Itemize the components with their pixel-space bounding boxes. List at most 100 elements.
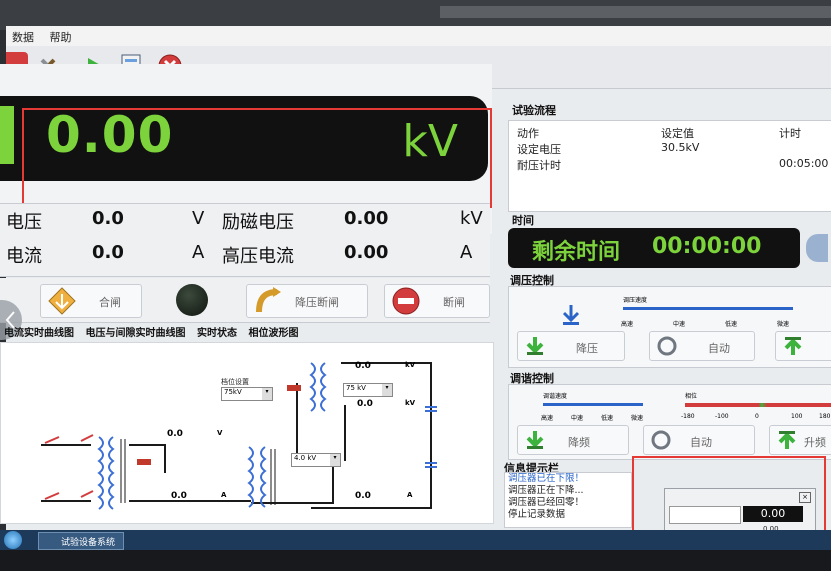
hv-current-reading: 0.00 xyxy=(344,242,389,263)
tab-phase-waveform[interactable]: 相位波形图 xyxy=(248,328,298,339)
volt-up-button[interactable] xyxy=(775,331,831,361)
excitation-voltage-unit: kV xyxy=(460,208,483,229)
diagram-unit: A xyxy=(407,491,413,499)
diagram-value: 0.0 xyxy=(171,491,187,501)
volt-speed-label: 调压速度 xyxy=(623,297,648,304)
phase-tick: -180 xyxy=(681,413,695,420)
volt-auto-button[interactable]: 自动 xyxy=(649,331,755,361)
refresh-icon xyxy=(651,430,671,450)
dropdown-arrow-icon: ▾ xyxy=(382,384,392,396)
flow-row-value: 30.5kV xyxy=(661,141,700,154)
menu-data[interactable]: 数据 xyxy=(6,26,40,48)
flow-row-action: 耐压计时 xyxy=(517,159,561,172)
diagram-unit: A xyxy=(221,491,227,499)
volt-auto-label: 自动 xyxy=(708,342,730,355)
volt-control-panel: 调压速度 高速 中速 低速 微速 降压 自动 xyxy=(508,286,831,368)
diagram-value: 0.0 xyxy=(355,491,371,501)
volt-speed-option: 低速 xyxy=(725,321,738,328)
tab-realtime-state[interactable]: 实时状态 xyxy=(197,328,237,339)
flow-header-time: 计时 xyxy=(779,127,801,140)
tune-auto-label: 自动 xyxy=(690,436,712,449)
diagram-unit: kV xyxy=(405,399,416,407)
diagram-value: 0.0 xyxy=(167,429,183,439)
close-switch-label: 合闸 xyxy=(99,296,121,309)
phase-setting-label: 档位设置 xyxy=(221,378,249,386)
excitation-value: 4.0 kV xyxy=(294,454,317,462)
excitation-voltage-reading: 0.00 xyxy=(344,208,389,229)
start-button-icon[interactable] xyxy=(4,531,22,549)
remaining-time-value: 00:00:00 xyxy=(652,234,762,259)
voltage-unit-label: V xyxy=(192,208,205,229)
tune-up-label: 升频 xyxy=(804,436,826,449)
current-unit-label: A xyxy=(192,242,205,263)
monitor-bezel xyxy=(0,550,831,571)
diagram-value: 0.0 xyxy=(357,399,373,409)
phase-tick: 180 xyxy=(819,413,831,420)
tune-auto-button[interactable]: 自动 xyxy=(643,425,755,455)
phase-setting-value: 75kV xyxy=(224,388,242,396)
transformer-select[interactable]: 75 kV ▾ xyxy=(343,383,393,397)
taskbar: 试验设备系统 xyxy=(0,530,831,550)
flow-header-value: 设定值 xyxy=(661,127,694,140)
tune-down-label: 降频 xyxy=(568,436,590,449)
diagram-unit: V xyxy=(217,429,223,437)
volt-down-label: 降压 xyxy=(576,342,598,355)
taskbar-app-label: 试验设备系统 xyxy=(61,538,116,548)
circuit-diagram: 档位设置 75kV ▾ 75 kV ▾ 4.0 kV ▾ 0.0 kV 0.0 … xyxy=(0,342,494,524)
remaining-time-label: 剩余时间 xyxy=(532,240,621,265)
measurement-row: 电流 0.0 A 高压电流 0.00 A xyxy=(0,242,490,276)
refresh-icon xyxy=(657,336,677,356)
time-title: 时间 xyxy=(512,214,534,227)
flow-table: 动作 设定值 计时 设定电压 30.5kV 耐压计时 00:05:00 xyxy=(508,120,831,212)
volt-speed-option: 高速 xyxy=(621,321,634,328)
tune-speed-option: 中速 xyxy=(571,415,584,422)
chart-tabs: 电流实时曲线图 电压与间隙实时曲线图 实时状态 相位波形图 xyxy=(0,324,492,342)
tune-speed-option: 高速 xyxy=(541,415,554,422)
phase-setting-select[interactable]: 75kV ▾ xyxy=(221,387,273,401)
tune-speed-option: 微速 xyxy=(631,415,644,422)
voltage-reading: 0.0 xyxy=(92,208,124,229)
menu-help[interactable]: 帮助 xyxy=(44,26,78,48)
background-strip xyxy=(440,6,831,18)
status-indicator-light xyxy=(176,284,208,316)
volt-speed-option: 中速 xyxy=(673,321,686,328)
tune-speed-slider[interactable] xyxy=(543,403,643,406)
break-label: 断闸 xyxy=(443,296,465,309)
time-panel-toggle[interactable] xyxy=(806,234,828,262)
tune-up-button[interactable]: 升频 xyxy=(769,425,831,455)
tab-voltage-gap-curve[interactable]: 电压与间隙实时曲线图 xyxy=(85,328,185,339)
down-arrow-icon xyxy=(526,337,544,355)
break-button[interactable]: 断闸 xyxy=(384,284,490,318)
excitation-select[interactable]: 4.0 kV ▾ xyxy=(291,453,341,467)
info-line: 调压器正在下降... xyxy=(508,485,584,496)
measurement-grid: 电压 0.0 V 励磁电压 0.00 kV 电流 0.0 A 高压电流 0.00… xyxy=(0,203,490,277)
tab-current-curve[interactable]: 电流实时曲线图 xyxy=(4,328,74,339)
volt-down-button[interactable]: 降压 xyxy=(517,331,625,361)
phase-tick: 0 xyxy=(755,413,759,420)
remaining-time-display: 剩余时间 00:00:00 xyxy=(508,228,800,268)
close-switch-button[interactable]: 合闸 xyxy=(40,284,142,318)
up-arrow-icon xyxy=(778,431,796,449)
tune-down-button[interactable]: 降频 xyxy=(517,425,629,455)
lower-break-button[interactable]: 降压断闸 xyxy=(246,284,368,318)
flow-row-time: 00:05:00 xyxy=(779,157,829,170)
diagram-unit: kV xyxy=(405,361,416,369)
control-bar: 合闸 降压断闸 断闸 xyxy=(0,278,490,323)
volt-speed-slider[interactable] xyxy=(623,307,793,310)
tune-speed-label: 调谐速度 xyxy=(543,393,568,400)
hv-current-label: 高压电流 xyxy=(222,246,294,267)
transformer-value: 75 kV xyxy=(346,384,366,392)
tune-speed-option: 低速 xyxy=(601,415,614,422)
tune-control-panel: 调谐速度 高速 中速 低速 微速 相位 -180 -100 0 100 180 … xyxy=(508,384,831,460)
taskbar-app-button[interactable]: 试验设备系统 xyxy=(38,532,124,550)
excitation-voltage-label: 励磁电压 xyxy=(222,212,294,233)
annotation-box-display xyxy=(22,108,492,208)
info-line: 停止记录数据 xyxy=(508,509,566,520)
info-line: 调压器已在下限！ xyxy=(508,473,585,484)
up-arrow-icon xyxy=(784,337,802,355)
measurement-row: 电压 0.0 V 励磁电压 0.00 kV xyxy=(0,208,490,242)
flow-row-action: 设定电压 xyxy=(517,143,561,156)
phase-slider[interactable] xyxy=(685,403,831,407)
display-indicator xyxy=(0,106,14,164)
info-line: 调压器已经回零！ xyxy=(508,497,585,508)
